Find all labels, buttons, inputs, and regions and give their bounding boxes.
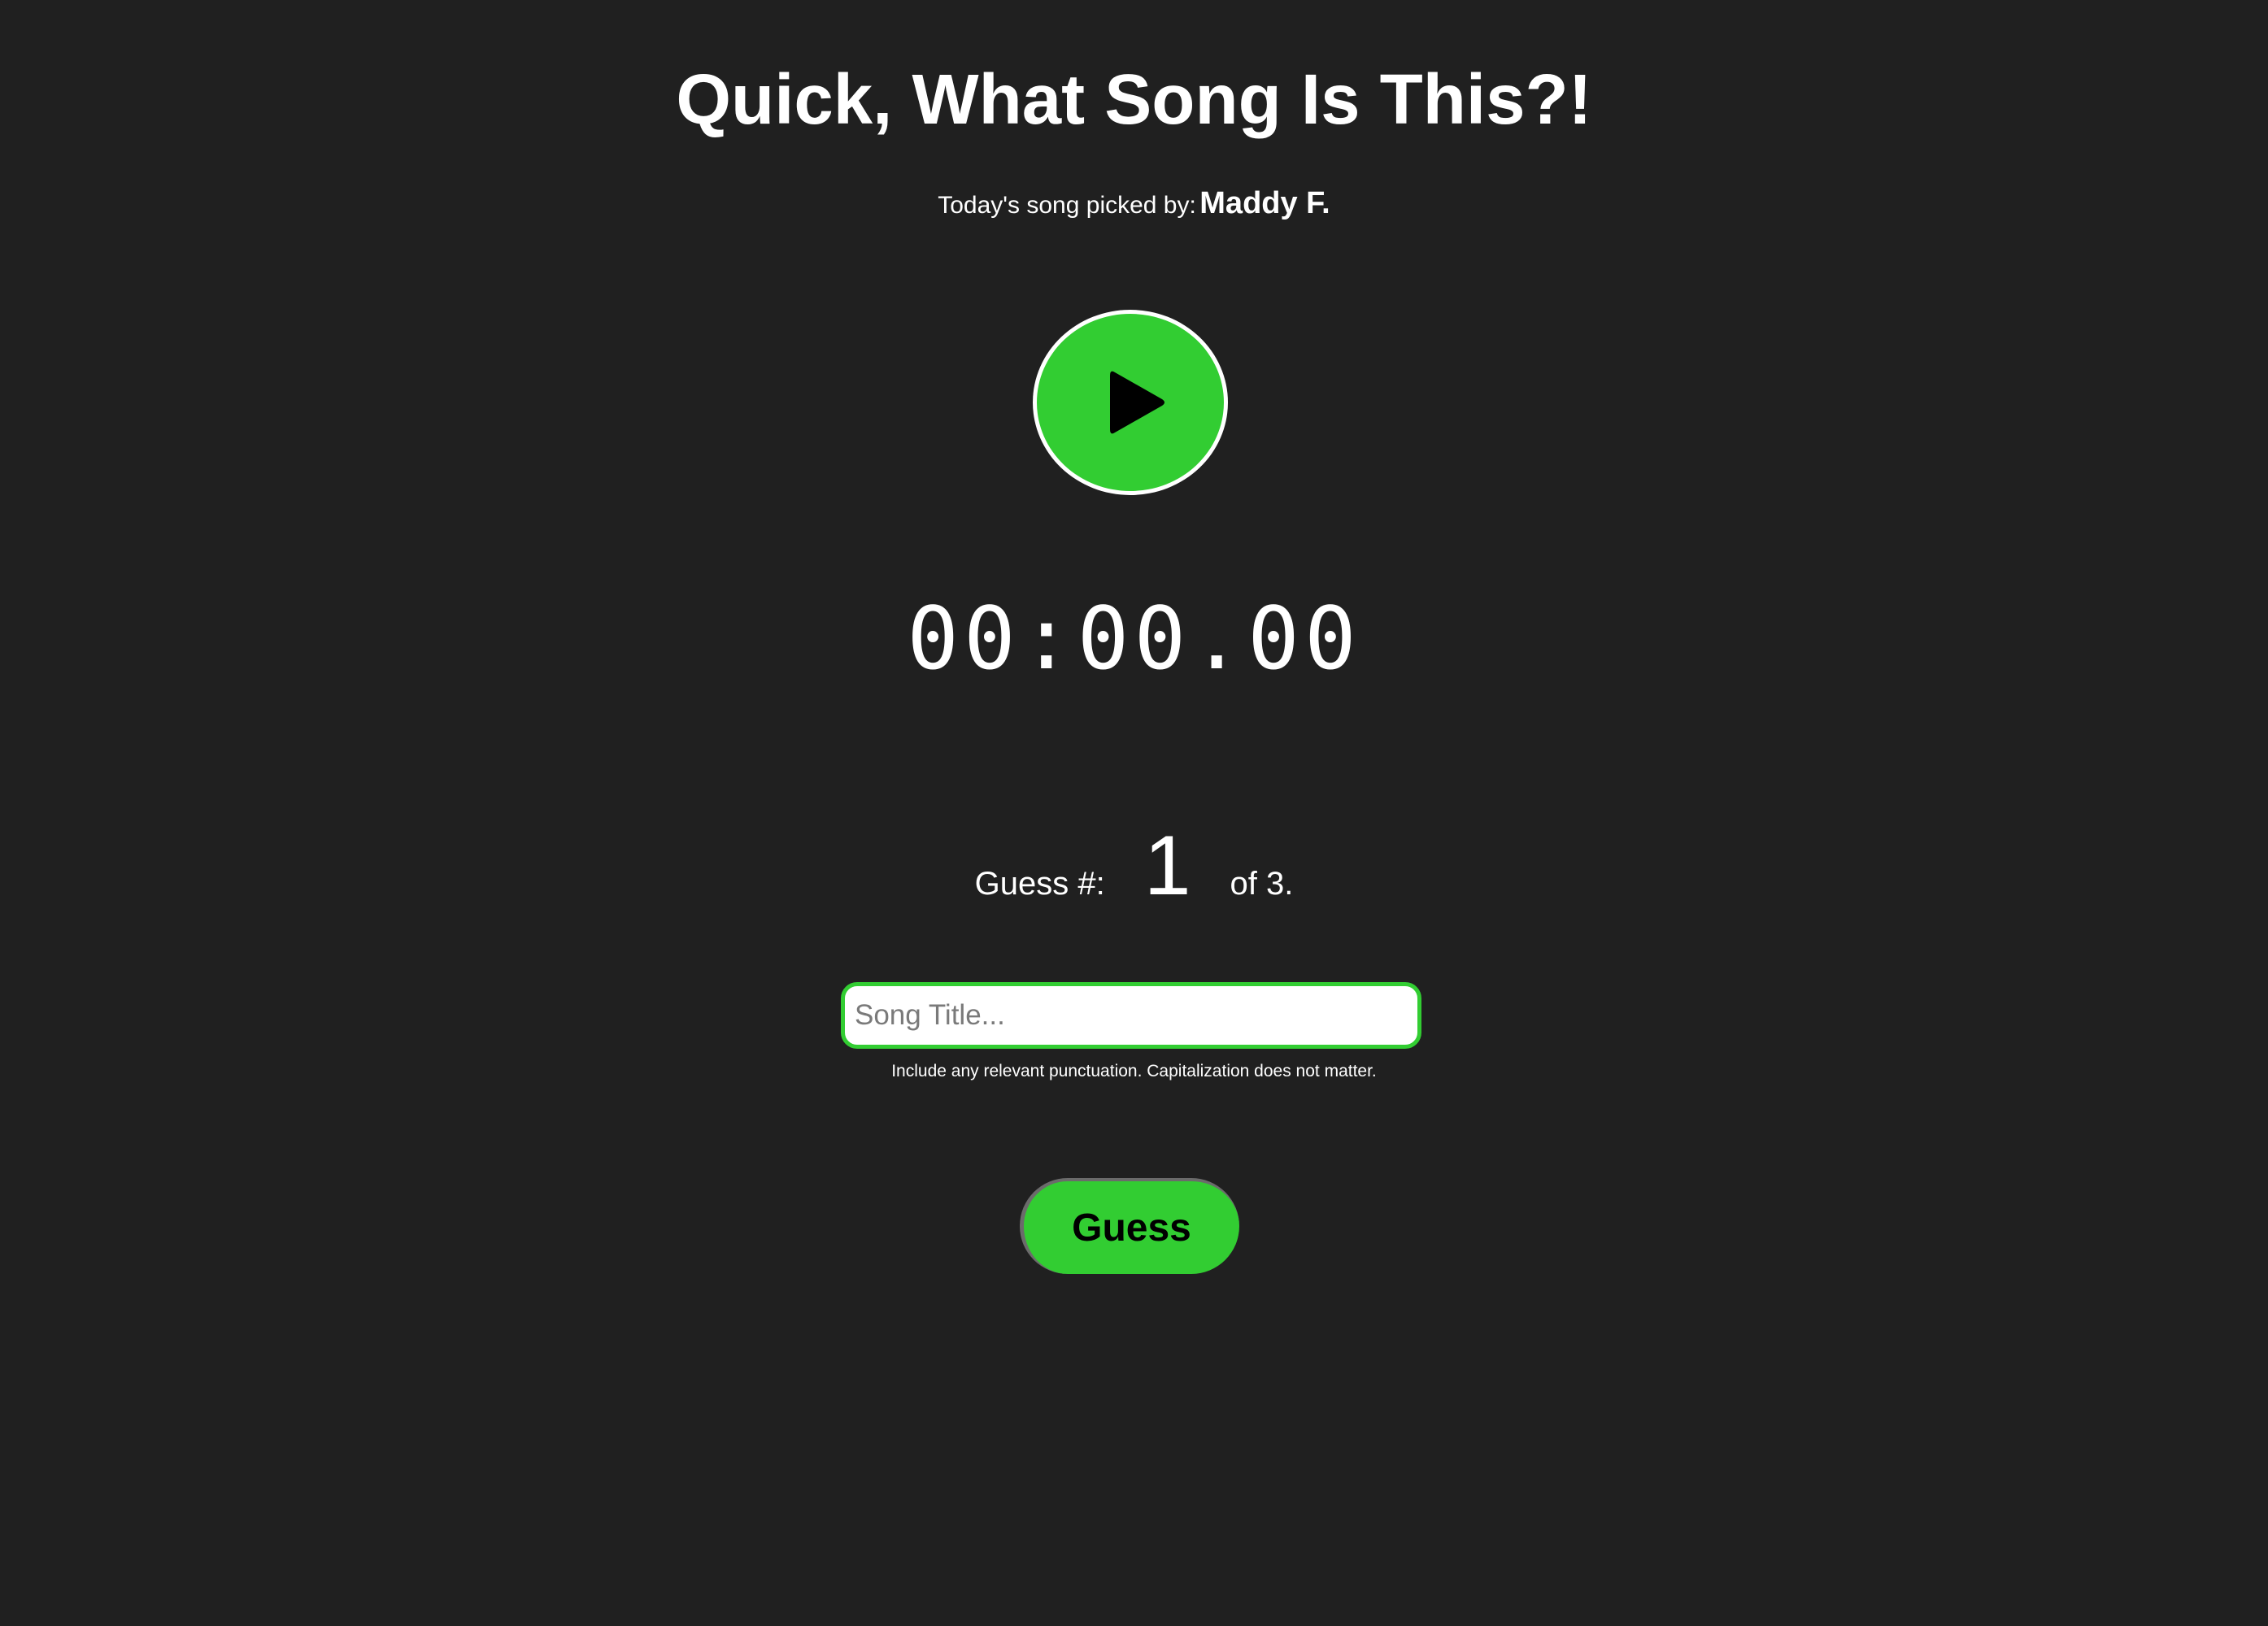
play-icon <box>1110 371 1164 434</box>
guess-total: of 3. <box>1230 866 1294 902</box>
picker-name: Maddy F. <box>1199 186 1330 220</box>
guess-button[interactable]: Guess <box>1020 1178 1239 1274</box>
game-page: Quick, What Song Is This?! Today's song … <box>0 0 2268 1626</box>
song-title-input[interactable] <box>841 982 1421 1049</box>
play-button[interactable] <box>1033 310 1228 495</box>
picker-label: Today's song picked by: <box>938 192 1196 219</box>
input-hint: Include any relevant punctuation. Capita… <box>891 1062 1377 1080</box>
page-title: Quick, What Song Is This?! <box>676 60 1592 139</box>
guess-number: 1 <box>1143 819 1191 913</box>
timer-display: 00:00.00 <box>907 589 1361 689</box>
guess-counter: Guess #: 1 of 3. <box>0 818 2268 915</box>
guess-counter-label: Guess #: <box>974 866 1105 902</box>
song-picker-line: Today's song picked by: Maddy F. <box>0 180 2268 233</box>
